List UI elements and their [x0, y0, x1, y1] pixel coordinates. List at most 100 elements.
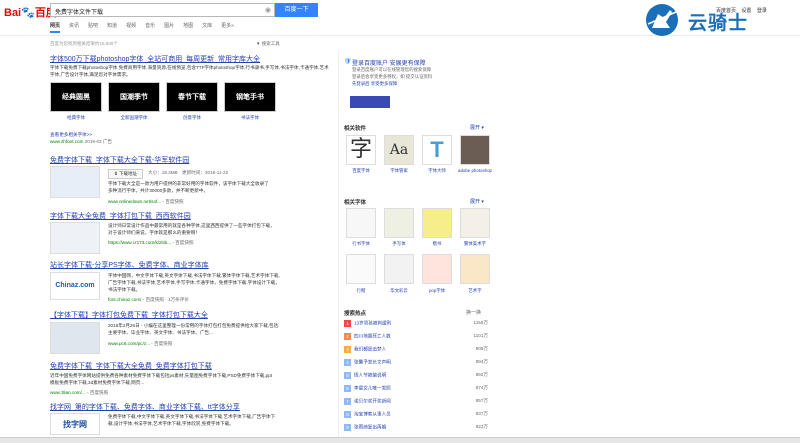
shield-icon: 🛡	[344, 59, 352, 65]
hot-search-title: 搜索热点	[344, 311, 367, 317]
more-fonts-link[interactable]: 查看更多相关字体>>	[50, 131, 92, 138]
font-label-3[interactable]: 楷书	[419, 241, 455, 247]
font-tile-4[interactable]	[460, 208, 490, 238]
tab-more[interactable]: 更多»	[221, 22, 234, 29]
result-title-5[interactable]: 【字体下载】字体打包免费下载_字体打包下载大全	[50, 310, 208, 320]
font-tile-7[interactable]	[422, 254, 452, 284]
tab-music[interactable]: 音乐	[145, 22, 155, 29]
result-title-2[interactable]: 免费字体下载_字体下载大全下载-华军软件园	[50, 155, 189, 165]
right-panel-divider	[338, 50, 339, 440]
font-tile-8[interactable]	[460, 254, 490, 284]
hot-item[interactable]: 6 李晨女儿唯一发照 874万	[344, 385, 490, 396]
tab-web[interactable]: 网页	[50, 22, 61, 33]
font-thumb-2[interactable]: 国潮季节	[108, 82, 160, 112]
result-image-5[interactable]	[50, 322, 100, 354]
watermark-text: 云骑士	[688, 12, 749, 34]
related-fonts-fold[interactable]: 展开 ▾	[470, 198, 484, 205]
software-tile-1[interactable]: 字	[346, 135, 376, 165]
font-label-4[interactable]: 繁体美术字	[457, 241, 493, 247]
hot-item[interactable]: 9 张雨绮复出再婚 823万	[344, 424, 490, 435]
font-thumb-3[interactable]: 春节下载	[166, 82, 218, 112]
login-line-2: 登录后会享受更多特权，如 提交认证资料	[352, 74, 433, 79]
search-input[interactable]: 免费字体文件下载 ◉	[50, 3, 275, 17]
result-url-6: www.3lian.com/... - 百度快照	[50, 390, 109, 395]
paw-icon: 🐾	[21, 7, 35, 19]
software-label-4[interactable]: adobe photoshop	[457, 168, 493, 173]
result-image-2[interactable]	[50, 166, 100, 198]
font-thumb-label-2[interactable]: 全新国潮字体	[108, 115, 160, 121]
result-stats: 百度为您找到相关结果约16,600个	[50, 41, 118, 46]
tab-news[interactable]: 资讯	[69, 22, 79, 29]
hot-item[interactable]: 1 13岁男孩被判缓刑 1156万	[344, 320, 490, 331]
result-snippet-2: 字体下载大全是一款为用户提供的非常好用的字体软件，该字体下载大全收录了多种流行字…	[108, 181, 269, 193]
software-tile-2[interactable]: Aa	[384, 135, 414, 165]
font-tile-5[interactable]	[346, 254, 376, 284]
hot-item[interactable]: 2 四川地震死亡人数 1101万	[344, 333, 490, 344]
hot-refresh[interactable]: 换一换	[466, 309, 481, 316]
result-title-3[interactable]: 字体下载大全免费_字体打包下载_西西软件园	[50, 211, 191, 221]
font-label-8[interactable]: 艺术字	[457, 288, 493, 294]
tab-image[interactable]: 图片	[164, 22, 174, 29]
font-thumb-1[interactable]: 经典圆黑	[50, 82, 102, 112]
result-snippet-1: 字体下载免费下载photoshop字体,免费商用字体,海量资源,在线预览,包含T…	[50, 65, 329, 77]
search-tools-button[interactable]: ▼ 搜索工具	[256, 41, 280, 47]
download-button[interactable]: ⬇ 下载地址	[108, 169, 143, 179]
login-button[interactable]	[350, 96, 390, 108]
tab-zhidao[interactable]: 知道	[107, 22, 117, 29]
software-tile-4[interactable]	[460, 135, 490, 165]
camera-icon[interactable]: ◉	[265, 6, 271, 14]
result-size-2: 大小：18.3MB	[148, 170, 178, 175]
login-title[interactable]: 登录百度账户 安展更有保障	[352, 58, 426, 67]
software-label-3[interactable]: 字体大师	[419, 168, 455, 174]
font-label-1[interactable]: 行书字体	[343, 241, 379, 247]
font-label-6[interactable]: 华文彩云	[381, 288, 417, 294]
font-tile-3[interactable]	[422, 208, 452, 238]
font-label-2[interactable]: 手写体	[381, 241, 417, 247]
tab-video[interactable]: 视频	[126, 22, 136, 29]
hot-item[interactable]: 5 情人节被骗说明 892万	[344, 372, 490, 383]
hot-item[interactable]: 7 诺贝尔奖开奖新闻 857万	[344, 398, 490, 409]
search-button[interactable]: 百度一下	[275, 3, 318, 17]
related-software-title: 相关软件	[344, 126, 367, 132]
result-title-6[interactable]: 免费字体下载_字体下载大全免费_免费字体打包下载	[50, 361, 212, 371]
status-bar	[0, 437, 800, 443]
hot-item[interactable]: 8 淘宝博客从事人员 837万	[344, 411, 490, 422]
result-url-2: www.onlinedown.net/sof... - 百度快照	[108, 199, 184, 204]
hot-item[interactable]: 3 我们都是追梦人 908万	[344, 346, 490, 357]
result-url-5: www.pc6.com/pc/z... - 百度快照	[108, 341, 173, 346]
result-url-3: https://www.cr173.com/k/zitib... - 百度快照	[108, 240, 194, 245]
font-thumb-label-1[interactable]: 经典字体	[50, 115, 102, 121]
result-title-1[interactable]: 字体500万下载photoshop字体_全站可商用_每周更新_常用字库大全	[50, 54, 260, 64]
login-line-3[interactable]: 先登录后 享受更多保障	[352, 81, 397, 87]
software-tile-3[interactable]: T	[422, 135, 452, 165]
result-image-3[interactable]	[50, 222, 100, 254]
result-title-4[interactable]: 站长字体下载-分享PS字体、免费字体、商业字体库	[50, 260, 209, 270]
font-thumb-4[interactable]: 钢笔手书	[224, 82, 276, 112]
software-label-1[interactable]: 百度字体	[343, 168, 379, 174]
related-software-fold[interactable]: 展开 ▾	[470, 124, 484, 131]
tab-tieba[interactable]: 贴吧	[88, 22, 98, 29]
result-url-1: www.zhfont.com 2019-03 广告	[50, 139, 113, 144]
font-thumb-label-4[interactable]: 书法字体	[224, 115, 276, 121]
zhaozi-logo[interactable]: 找字网	[50, 413, 100, 435]
login-line-1: 登录百度账户可以在线管理您的搜索保障	[352, 67, 432, 72]
hot-item[interactable]: 4 张馨予发长文声明 894万	[344, 359, 490, 370]
tab-wenku[interactable]: 文库	[202, 22, 212, 29]
result-url-4: font.chinaz.com/ - 百度快照 · 1万条评价	[108, 297, 189, 302]
software-label-2[interactable]: 字体管家	[381, 168, 417, 174]
result-snippet-5: 2018年2月26日 - 小编在这里整理一份常用的字体打包打包免费提供给大家下载…	[108, 323, 280, 335]
tab-map[interactable]: 地图	[183, 22, 193, 29]
font-tile-2[interactable]	[384, 208, 414, 238]
result-title-7[interactable]: 找字网_第的字体下载、免费字体、商业字体下载、tt字体分享	[50, 402, 240, 412]
baidu-logo[interactable]: Bai🐾百度	[4, 4, 57, 20]
font-thumb-label-3[interactable]: 创意字体	[166, 115, 218, 121]
font-tile-1[interactable]	[346, 208, 376, 238]
font-label-7[interactable]: pop字体	[419, 288, 455, 294]
font-label-5[interactable]: 行楷	[343, 288, 379, 294]
result-snippet-4: 字体中国网，中文字体下载,英文字体下载,书法字体下载,繁体字体下载,艺术字体下载…	[108, 273, 280, 292]
font-tile-6[interactable]	[384, 254, 414, 284]
result-snippet-7: 免费字体下载,中文字体下载,英文字体下载,书法字体下载,艺术字体下载,广告字体下…	[108, 414, 276, 426]
related-fonts-title: 相关字体	[344, 200, 367, 206]
chinaz-logo[interactable]: Chinaz.com	[50, 272, 100, 300]
result-time-2: 更新时间：2018-11-22	[182, 170, 229, 175]
